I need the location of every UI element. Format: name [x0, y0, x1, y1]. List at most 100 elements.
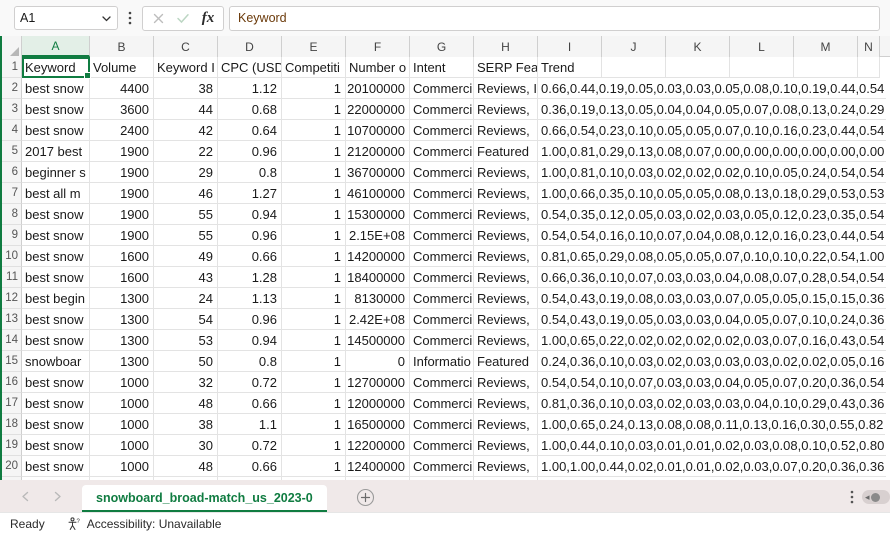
cell-c5[interactable]: 22 [154, 141, 218, 162]
cell-e12[interactable]: 1 [282, 288, 346, 309]
cell-h1[interactable]: SERP Feat [474, 57, 538, 78]
cell-b16[interactable]: 1000 [90, 372, 154, 393]
column-header-k[interactable]: K [666, 36, 730, 57]
cell-b3[interactable]: 3600 [90, 99, 154, 120]
cell-h7[interactable]: Reviews, [474, 183, 538, 204]
cell-d14[interactable]: 0.94 [218, 330, 282, 351]
name-box[interactable]: A1 [14, 6, 118, 30]
cell-d20[interactable]: 0.66 [218, 456, 282, 477]
cell-i4[interactable]: 0.66,0.54,0.23,0.10,0.05,0.05,0.07,0.10,… [538, 120, 887, 141]
cell-j1[interactable] [602, 57, 666, 78]
row-header-15[interactable]: 15 [0, 351, 22, 372]
fx-icon[interactable]: fx [197, 8, 219, 29]
cell-g6[interactable]: Commerci [410, 162, 474, 183]
cell-h5[interactable]: Featured [474, 141, 538, 162]
formula-input[interactable]: Keyword [229, 5, 880, 31]
cell-a15[interactable]: snowboar [22, 351, 90, 372]
cell-c3[interactable]: 44 [154, 99, 218, 120]
cell-b4[interactable]: 2400 [90, 120, 154, 141]
cell-h8[interactable]: Reviews, [474, 204, 538, 225]
column-header-n[interactable]: N [858, 36, 880, 57]
cell-a9[interactable]: best snow [22, 225, 90, 246]
cell-c14[interactable]: 53 [154, 330, 218, 351]
cell-c4[interactable]: 42 [154, 120, 218, 141]
column-header-h[interactable]: H [474, 36, 538, 57]
cell-e10[interactable]: 1 [282, 246, 346, 267]
cell-a18[interactable]: best snow [22, 414, 90, 435]
cell-g14[interactable]: Commerci [410, 330, 474, 351]
cell-d1[interactable]: CPC (USD) [218, 57, 282, 78]
cell-n1[interactable] [858, 57, 880, 78]
cell-h17[interactable]: Reviews, [474, 393, 538, 414]
row-header-14[interactable]: 14 [0, 330, 22, 351]
cell-i9[interactable]: 0.54,0.54,0.16,0.10,0.07,0.04,0.08,0.12,… [538, 225, 887, 246]
cell-f2[interactable]: 20100000 [346, 78, 410, 99]
cell-g7[interactable]: Commerci [410, 183, 474, 204]
cell-g10[interactable]: Commerci [410, 246, 474, 267]
cell-e9[interactable]: 1 [282, 225, 346, 246]
row-header-17[interactable]: 17 [0, 393, 22, 414]
cell-d9[interactable]: 0.96 [218, 225, 282, 246]
scrollbar-thumb[interactable] [870, 492, 880, 502]
row-header-10[interactable]: 10 [0, 246, 22, 267]
row-header-2[interactable]: 2 [0, 78, 22, 99]
cell-e4[interactable]: 1 [282, 120, 346, 141]
cell-c8[interactable]: 55 [154, 204, 218, 225]
cell-h9[interactable]: Reviews, [474, 225, 538, 246]
cell-b10[interactable]: 1600 [90, 246, 154, 267]
triangle-right-icon[interactable] [50, 489, 64, 503]
cell-b5[interactable]: 1900 [90, 141, 154, 162]
cell-d5[interactable]: 0.96 [218, 141, 282, 162]
cell-a6[interactable]: beginner s [22, 162, 90, 183]
cell-f9[interactable]: 2.15E+08 [346, 225, 410, 246]
row-header-20[interactable]: 20 [0, 456, 22, 477]
cell-e11[interactable]: 1 [282, 267, 346, 288]
chevron-down-icon[interactable] [100, 12, 112, 24]
cell-c2[interactable]: 38 [154, 78, 218, 99]
cell-i14[interactable]: 1.00,0.65,0.22,0.02,0.02,0.02,0.02,0.03,… [538, 330, 887, 351]
cell-f7[interactable]: 46100000 [346, 183, 410, 204]
cell-h3[interactable]: Reviews, [474, 99, 538, 120]
cell-c11[interactable]: 43 [154, 267, 218, 288]
row-header-18[interactable]: 18 [0, 414, 22, 435]
row-header-3[interactable]: 3 [0, 99, 22, 120]
cell-e3[interactable]: 1 [282, 99, 346, 120]
cell-g8[interactable]: Commerci [410, 204, 474, 225]
cell-c12[interactable]: 24 [154, 288, 218, 309]
cell-e2[interactable]: 1 [282, 78, 346, 99]
column-header-e[interactable]: E [282, 36, 346, 57]
cell-b8[interactable]: 1900 [90, 204, 154, 225]
cell-i5[interactable]: 1.00,0.81,0.29,0.13,0.08,0.07,0.00,0.00,… [538, 141, 887, 162]
cell-h2[interactable]: Reviews, I [474, 78, 538, 99]
column-header-d[interactable]: D [218, 36, 282, 57]
cell-i10[interactable]: 0.81,0.65,0.29,0.08,0.05,0.05,0.07,0.10,… [538, 246, 887, 267]
cell-d8[interactable]: 0.94 [218, 204, 282, 225]
cell-a1[interactable]: Keyword [22, 57, 90, 78]
cell-h10[interactable]: Reviews, [474, 246, 538, 267]
row-header-6[interactable]: 6 [0, 162, 22, 183]
cell-a20[interactable]: best snow [22, 456, 90, 477]
more-tabs-icon[interactable] [842, 482, 862, 512]
cell-f1[interactable]: Number o [346, 57, 410, 78]
cell-f19[interactable]: 12200000 [346, 435, 410, 456]
cell-a19[interactable]: best snow [22, 435, 90, 456]
cell-c17[interactable]: 48 [154, 393, 218, 414]
cell-d2[interactable]: 1.12 [218, 78, 282, 99]
cell-i18[interactable]: 1.00,0.65,0.24,0.13,0.08,0.08,0.11,0.13,… [538, 414, 886, 435]
cell-e13[interactable]: 1 [282, 309, 346, 330]
cell-g15[interactable]: Informatio [410, 351, 474, 372]
cell-c18[interactable]: 38 [154, 414, 218, 435]
cell-i3[interactable]: 0.36,0.19,0.13,0.05,0.04,0.04,0.05,0.07,… [538, 99, 887, 120]
row-header-7[interactable]: 7 [0, 183, 22, 204]
cell-c9[interactable]: 55 [154, 225, 218, 246]
cell-a17[interactable]: best snow [22, 393, 90, 414]
row-header-12[interactable]: 12 [0, 288, 22, 309]
cell-f18[interactable]: 16500000 [346, 414, 410, 435]
cell-f15[interactable]: 0 [346, 351, 410, 372]
cell-g2[interactable]: Commerci [410, 78, 474, 99]
cell-a16[interactable]: best snow [22, 372, 90, 393]
cell-c19[interactable]: 30 [154, 435, 218, 456]
cell-h13[interactable]: Reviews, [474, 309, 538, 330]
cell-b14[interactable]: 1300 [90, 330, 154, 351]
cell-d19[interactable]: 0.72 [218, 435, 282, 456]
